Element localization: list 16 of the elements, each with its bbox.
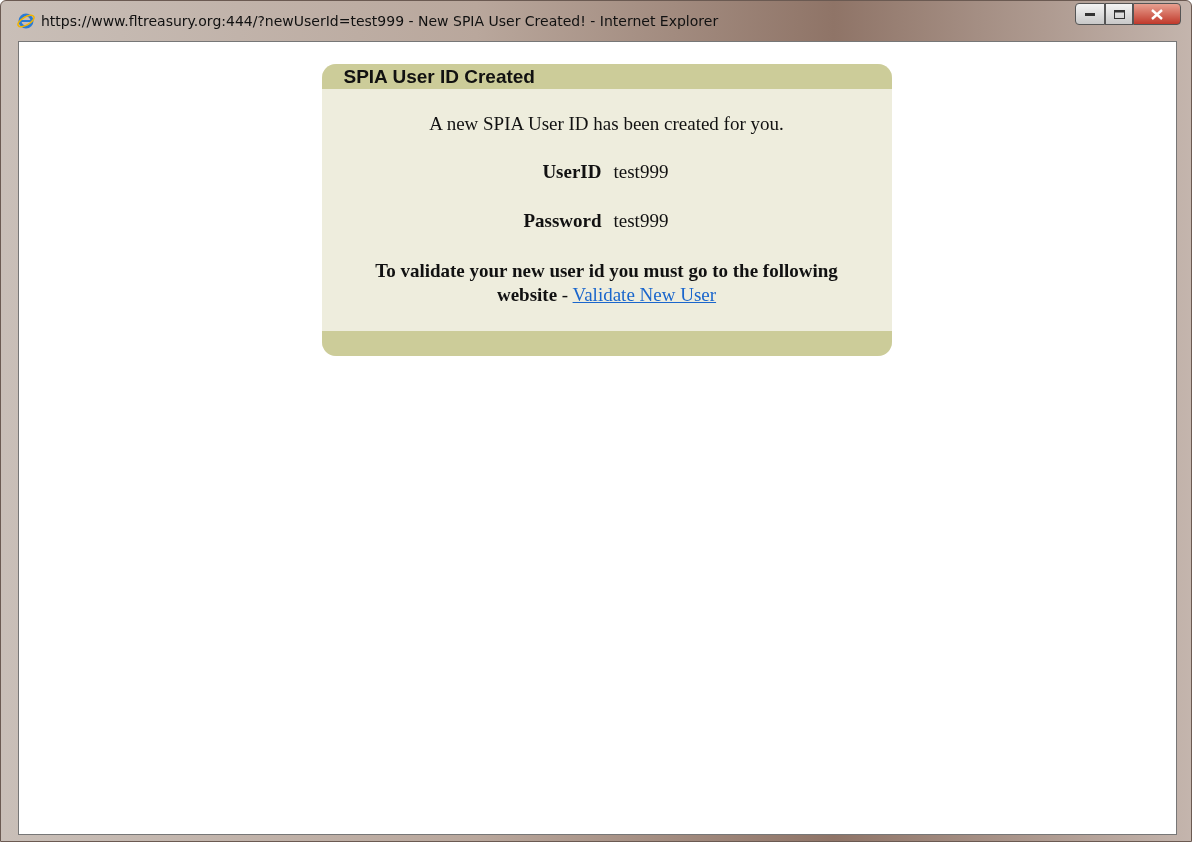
message-text: A new SPIA User ID has been created for you. xyxy=(429,113,784,135)
field-label: Password xyxy=(522,210,603,232)
maximize-button[interactable] xyxy=(1105,3,1133,25)
field-label: UserID xyxy=(541,161,603,183)
maximize-icon xyxy=(1113,9,1125,19)
validate-link[interactable]: Validate New User xyxy=(572,284,717,305)
instruction-text: To validate your new user id you must go to the following website - Validate New User xyxy=(374,259,839,307)
field-value: test999 xyxy=(613,161,670,183)
browser-icon xyxy=(17,12,35,30)
field-value: test999 xyxy=(613,210,670,232)
window-title: https://www.fltreasury.org:444/?newUserId=test999 - New SPIA User Created! - Internet Explorer xyxy=(41,13,720,29)
close-button[interactable] xyxy=(1133,3,1181,25)
close-icon xyxy=(1151,8,1163,20)
minimize-icon xyxy=(1085,12,1095,16)
minimize-button[interactable] xyxy=(1075,3,1105,25)
panel-title: SPIA User ID Created xyxy=(321,64,892,89)
